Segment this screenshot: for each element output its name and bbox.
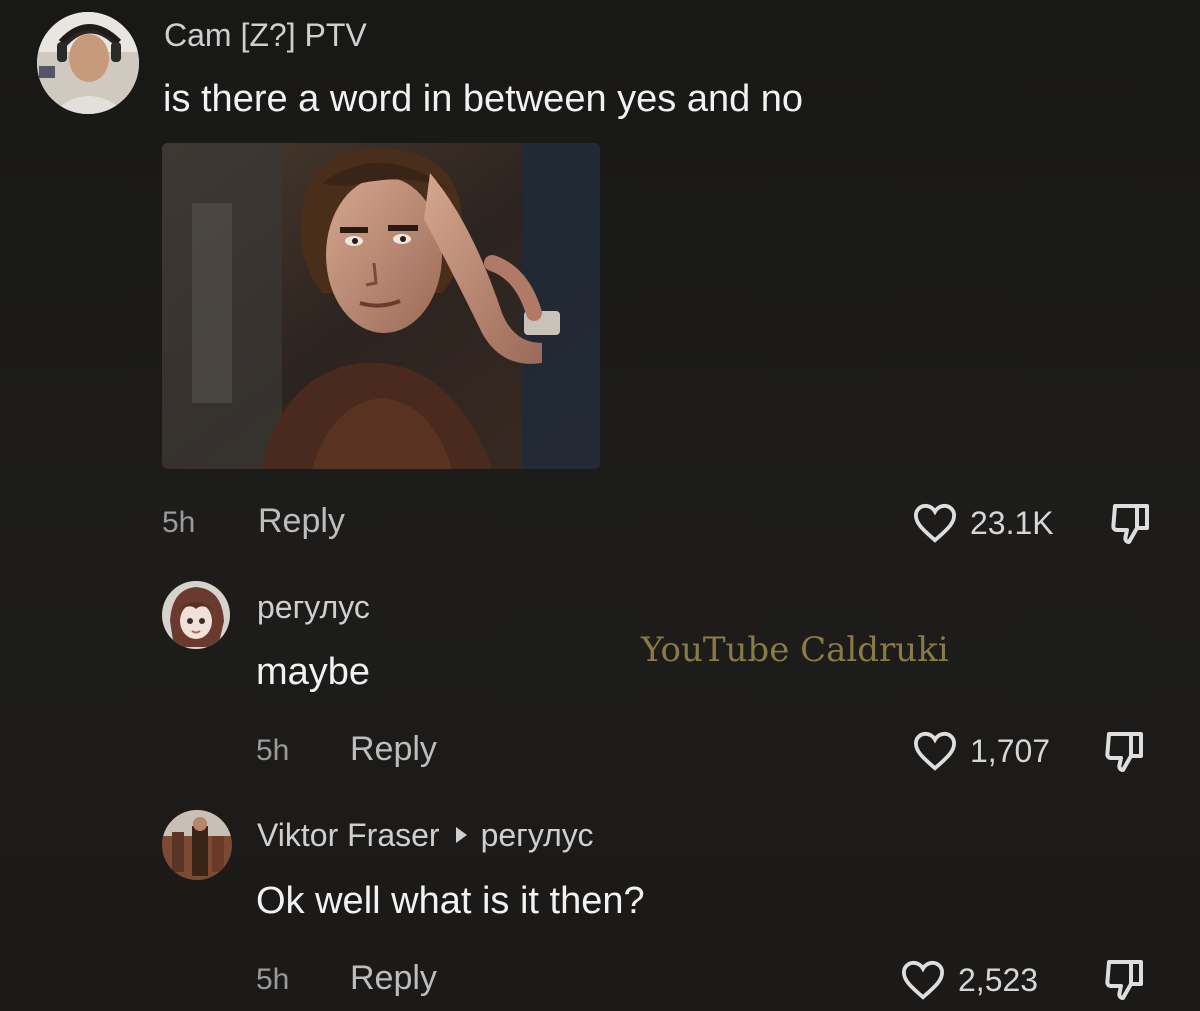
cartoon-man-thinking-image: [162, 143, 600, 469]
avatar[interactable]: [162, 581, 230, 649]
comment-thread: Cam [Z?] PTV is there a word in between …: [0, 0, 1200, 1011]
like-count: 2,523: [958, 961, 1039, 998]
thumbs-down-icon: [1105, 960, 1143, 1000]
reply-button[interactable]: Reply: [350, 959, 437, 998]
heart-outline-icon: [913, 503, 957, 543]
user-avatar-anime: [162, 581, 230, 649]
comment-text: maybe: [256, 651, 371, 693]
comment-author[interactable]: Viktor Fraser: [257, 817, 440, 853]
heart-outline-icon: [913, 731, 957, 771]
like-count: 23.1K: [970, 504, 1054, 541]
thumbs-down-icon: [1111, 504, 1149, 544]
like-button[interactable]: 2,523: [900, 959, 1038, 1001]
user-avatar-scene: [162, 810, 232, 880]
comment-author[interactable]: регулус: [257, 589, 370, 626]
like-button[interactable]: 1,707: [912, 730, 1050, 772]
dislike-button[interactable]: [1106, 500, 1156, 553]
comment-timestamp: 5h: [162, 506, 196, 539]
avatar[interactable]: [37, 12, 139, 114]
triangle-right-icon: [455, 826, 467, 843]
reply-button[interactable]: Reply: [350, 730, 437, 769]
replying-to-user[interactable]: регулус: [481, 817, 594, 853]
comment-timestamp: 5h: [256, 734, 290, 767]
thumbs-down-icon: [1105, 732, 1143, 772]
comment-image[interactable]: [162, 143, 600, 469]
dislike-button[interactable]: [1100, 956, 1150, 1009]
comment-text: is there a word in between yes and no: [163, 78, 804, 120]
comment-author[interactable]: Cam [Z?] PTV: [164, 17, 367, 54]
comment-text: Ok well what is it then?: [256, 880, 645, 922]
comment-timestamp: 5h: [256, 963, 290, 996]
like-button[interactable]: 23.1K: [912, 502, 1054, 544]
reply-button[interactable]: Reply: [258, 502, 345, 541]
user-avatar-photo: [37, 12, 139, 114]
avatar[interactable]: [162, 810, 232, 880]
like-count: 1,707: [970, 732, 1051, 769]
dislike-button[interactable]: [1100, 728, 1150, 781]
watermark: YouTube Caldruki: [641, 630, 949, 670]
heart-outline-icon: [901, 960, 945, 1000]
comment-author-line: Viktor Fraser регулус: [257, 817, 593, 854]
